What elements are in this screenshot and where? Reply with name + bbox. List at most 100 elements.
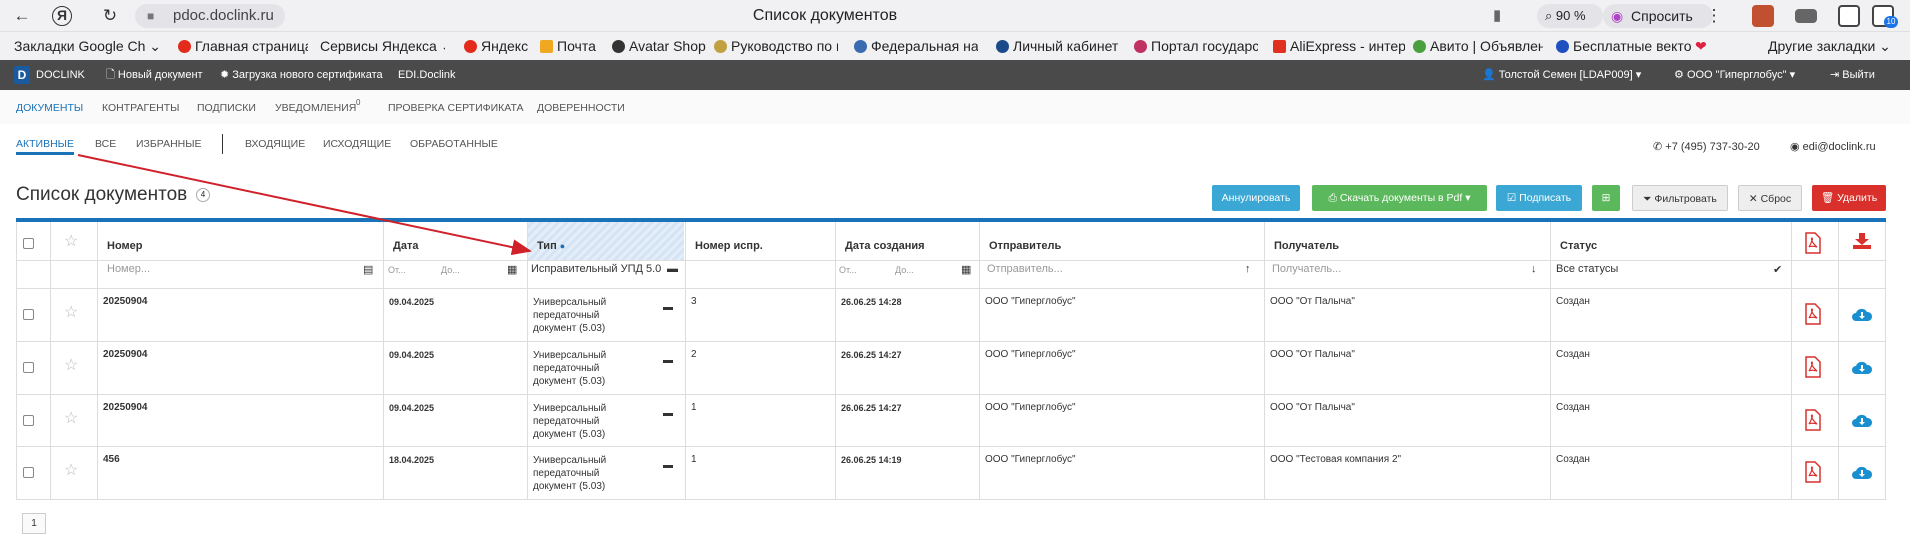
tab-all[interactable]: ВСЕ (95, 138, 116, 150)
folder-icon[interactable]: ▬ (663, 408, 673, 419)
org-menu[interactable]: ⚙ ООО "Гиперглобус" ▾ (1674, 60, 1795, 90)
favorite-star-icon[interactable]: ☆ (64, 302, 78, 322)
nav-cert-check[interactable]: ПРОВЕРКА СЕРТИФИКАТА (388, 102, 524, 114)
type-filter-select[interactable]: Исправительный УПД 5.0 (531, 263, 671, 275)
bookmark-yandex[interactable]: Яндекс (464, 32, 532, 60)
col-corr-number[interactable]: Номер испр. (695, 240, 763, 252)
extension-avatar-icon[interactable] (1752, 5, 1774, 27)
number-filter-input[interactable]: Номер... (107, 263, 150, 275)
type-line: Универсальный (533, 455, 607, 466)
row-checkbox[interactable] (23, 362, 34, 373)
row-checkbox[interactable] (23, 309, 34, 320)
col-status[interactable]: Статус (1560, 240, 1597, 252)
pdf-icon[interactable] (1804, 356, 1822, 378)
apply-check-icon[interactable]: ✔ (1773, 263, 1782, 276)
folder-icon[interactable]: ▬ (663, 355, 673, 366)
bookmark-avatar-shop[interactable]: Avatar Shop (612, 32, 706, 60)
bookmark-label: Главная страница (195, 38, 308, 54)
bookmark-aliexpress[interactable]: AliExpress - интер (1273, 32, 1405, 60)
pagination-page-1[interactable]: 1 (22, 513, 46, 534)
bookmark-vectors[interactable]: Бесплатные векто (1556, 32, 1691, 60)
bookmark-avito[interactable]: Авито | Объявлен (1413, 32, 1543, 60)
sort-down-icon[interactable]: ↓ (1531, 263, 1537, 275)
sign-button[interactable]: ☑ Подписать (1496, 185, 1582, 211)
bookmark-icon[interactable]: ▮ (1493, 6, 1501, 24)
nav-notifications[interactable]: УВЕДОМЛЕНИЯ (275, 102, 356, 114)
new-document-link[interactable]: 🗋 Новый документ (106, 60, 203, 90)
favorite-star-icon[interactable]: ☆ (64, 460, 78, 480)
status-filter-select[interactable]: Все статусы (1556, 263, 1618, 275)
filter-button[interactable]: ⏷ Фильтровать (1632, 185, 1728, 211)
type-folder-icon[interactable]: ▬ (667, 263, 678, 275)
col-created[interactable]: Дата создания (845, 240, 925, 252)
nav-subscriptions[interactable]: ПОДПИСКИ (197, 102, 256, 114)
cloud-download-icon[interactable] (1851, 464, 1873, 482)
bookmark-mail[interactable]: Почта (540, 32, 600, 60)
select-all-checkbox[interactable] (23, 238, 34, 249)
tab-outgoing[interactable]: ИСХОДЯЩИЕ (323, 138, 391, 150)
folder-icon[interactable]: ▬ (663, 460, 673, 471)
created-from-input[interactable]: От... (839, 265, 857, 275)
extension-tabs-icon[interactable] (1838, 5, 1860, 27)
user-menu[interactable]: 👤 Толстой Семен [LDAP009] ▾ (1482, 60, 1641, 90)
pdf-icon[interactable] (1804, 409, 1822, 431)
bookmark-guide[interactable]: Руководство по п (714, 32, 838, 60)
row-checkbox[interactable] (23, 467, 34, 478)
col-date[interactable]: Дата (393, 240, 418, 252)
favorite-star-icon[interactable]: ☆ (64, 408, 78, 428)
tab-processed[interactable]: ОБРАБОТАННЫЕ (410, 138, 498, 150)
col-receiver[interactable]: Получатель (1274, 240, 1339, 252)
tab-active[interactable]: АКТИВНЫЕ (16, 138, 74, 150)
folder-icon[interactable]: ▬ (663, 302, 673, 313)
number-filter-icon[interactable]: ▤ (363, 263, 373, 276)
cloud-download-icon[interactable] (1851, 359, 1873, 377)
pdf-icon[interactable] (1804, 461, 1822, 483)
sort-up-icon[interactable]: ↑ (1245, 263, 1251, 275)
cloud-download-icon[interactable] (1851, 412, 1873, 430)
favorite-star-icon[interactable]: ☆ (64, 355, 78, 375)
favorite-header-star-icon[interactable]: ☆ (64, 231, 78, 251)
calendar-icon[interactable]: ▦ (961, 263, 971, 276)
created-to-input[interactable]: До... (895, 265, 914, 275)
delete-button[interactable]: 🗑 Удалить (1812, 185, 1886, 211)
brand-name[interactable]: DOCLINK (36, 60, 85, 90)
edi-link[interactable]: EDI.Doclink (398, 60, 455, 90)
heart-bookmark-icon[interactable]: ❤ (1695, 32, 1715, 60)
pdf-icon[interactable] (1804, 303, 1822, 325)
date-to-input[interactable]: До... (441, 265, 460, 275)
bookmark-gosuslugi[interactable]: Портал государс (1134, 32, 1258, 60)
ask-button[interactable]: ◉ Спросить (1603, 4, 1713, 28)
bookmark-yandex-services[interactable]: Сервисы Яндекса ⌄ (320, 32, 445, 60)
col-number[interactable]: Номер (107, 240, 143, 252)
bookmark-cabinet[interactable]: Личный кабинет (996, 32, 1120, 60)
cloud-download-icon[interactable] (1851, 306, 1873, 324)
logout-link[interactable]: ⇥ Выйти (1830, 60, 1875, 90)
menu-dots-icon[interactable]: ⋮ (1702, 4, 1726, 28)
sender-filter-input[interactable]: Отправитель... (987, 263, 1063, 275)
receiver-filter-input[interactable]: Получатель... (1272, 263, 1341, 275)
col-type[interactable]: Тип ● (537, 240, 565, 252)
bookmark-nalog[interactable]: Федеральная нал (854, 32, 978, 60)
export-excel-button[interactable]: ⊞ (1592, 185, 1620, 211)
extension-wallet-icon[interactable] (1795, 9, 1817, 23)
download-pdf-button[interactable]: ⎙ Скачать документы в Pdf ▾ (1312, 185, 1487, 211)
bookmark-google[interactable]: Закладки Google Ch ⌄ (14, 32, 164, 60)
nav-documents[interactable]: ДОКУМЕНТЫ (16, 102, 83, 114)
nav-contractors[interactable]: КОНТРАГЕНТЫ (102, 102, 179, 114)
bookmark-yandex-main[interactable]: Главная страница (178, 32, 308, 60)
nav-powers[interactable]: ДОВЕРЕННОСТИ (537, 102, 625, 114)
annul-button[interactable]: Аннулировать (1212, 185, 1300, 211)
reset-button[interactable]: ✕ Сброс (1738, 185, 1802, 211)
support-email[interactable]: ◉ edi@doclink.ru (1790, 140, 1876, 153)
row-checkbox[interactable] (23, 415, 34, 426)
download-header-icon[interactable] (1851, 232, 1873, 250)
bookmark-other[interactable]: Другие закладки ⌄ (1768, 32, 1898, 60)
pdf-header-icon[interactable] (1804, 232, 1822, 254)
zoom-button[interactable]: ⌕ 90 % (1537, 4, 1603, 28)
calendar-icon[interactable]: ▦ (507, 263, 517, 276)
col-sender[interactable]: Отправитель (989, 240, 1061, 252)
upload-certificate-link[interactable]: ✹ Загрузка нового сертификата (220, 60, 383, 90)
date-from-input[interactable]: От... (388, 265, 406, 275)
tab-favorites[interactable]: ИЗБРАННЫЕ (136, 138, 202, 150)
tab-incoming[interactable]: ВХОДЯЩИЕ (245, 138, 305, 150)
